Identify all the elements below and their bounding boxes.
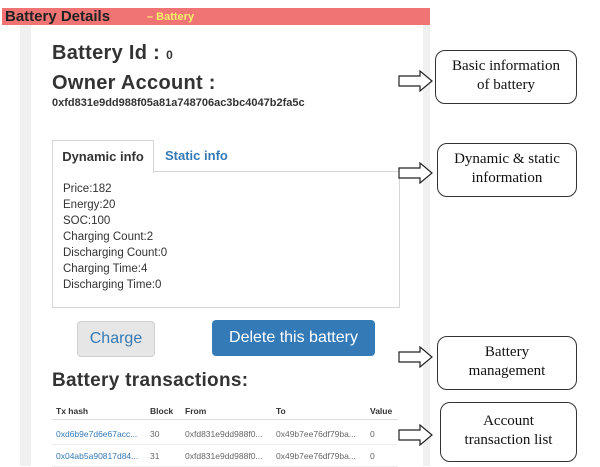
- callout-battery-management: Battery management: [437, 336, 577, 390]
- col-value: Value: [370, 406, 393, 416]
- tab-dynamic-info[interactable]: Dynamic info: [52, 140, 154, 173]
- tab-panel-dynamic: Price:182 Energy:20 SOC:100 Charging Cou…: [52, 171, 400, 308]
- col-to: To: [276, 406, 286, 416]
- battery-id-value: 0: [166, 48, 174, 62]
- tx-block: 30: [150, 429, 160, 439]
- tx-value: 0: [370, 451, 375, 461]
- info-price: Price:182: [63, 183, 112, 195]
- tx-value: 0: [370, 429, 375, 439]
- col-tx-hash: Tx hash: [56, 406, 89, 416]
- transactions-title: Battery transactions:: [52, 370, 249, 391]
- battery-id-label: Battery Id :: [52, 42, 161, 64]
- table-row: 0xd6b9e7d6e67acc... 30 0xfd831e9dd988f0.…: [52, 424, 398, 445]
- tx-hash-link[interactable]: 0xd6b9e7d6e67acc...: [56, 424, 137, 444]
- charge-button[interactable]: Charge: [77, 321, 155, 357]
- battery-id-heading: Battery Id : 0: [52, 42, 173, 65]
- delete-battery-button[interactable]: Delete this battery: [212, 320, 375, 356]
- info-tabs: Dynamic info Static info Price:182 Energ…: [52, 140, 400, 308]
- page-title: Battery Details: [5, 8, 111, 25]
- info-soc: SOC:100: [63, 215, 111, 227]
- tx-from: 0xfd831e9dd988f0...: [185, 429, 263, 439]
- arrow-management-icon: [398, 346, 433, 368]
- info-discharging-count: Discharging Count:0: [63, 247, 168, 259]
- tx-to: 0x49b7ee76df79ba...: [276, 451, 356, 461]
- tab-static-info[interactable]: Static info: [165, 140, 228, 172]
- tx-from: 0xfd831e9dd988f0...: [185, 451, 263, 461]
- page-subtitle: – Battery: [147, 11, 195, 23]
- owner-address: 0xfd831e9dd988f05a81a748706ac3bc4047b2fa…: [52, 97, 305, 109]
- info-charging-count: Charging Count:2: [63, 231, 154, 243]
- info-charging-time: Charging Time:4: [63, 263, 148, 275]
- tx-to: 0x49b7ee76df79ba...: [276, 429, 356, 439]
- col-from: From: [185, 406, 207, 416]
- info-energy: Energy:20: [63, 199, 116, 211]
- arrow-basic-icon: [398, 70, 433, 92]
- callout-transaction-list: Account transaction list: [440, 402, 577, 462]
- tx-block: 31: [150, 451, 160, 461]
- tx-hash-link[interactable]: 0x04ab5a90817d84...: [56, 446, 138, 466]
- transactions-table-header: Tx hash Block From To Value: [52, 405, 398, 420]
- table-row: 0x04ab5a90817d84... 31 0xfd831e9dd988f0.…: [52, 446, 398, 467]
- callout-dynamic-static: Dynamic & static information: [437, 143, 577, 197]
- owner-account-heading: Owner Account :: [52, 72, 216, 94]
- info-discharging-time: Discharging Time:0: [63, 279, 162, 291]
- arrow-dynamic-static-icon: [398, 162, 433, 184]
- col-block: Block: [150, 406, 174, 416]
- callout-basic-info: Basic information of battery: [435, 50, 577, 104]
- arrow-tx-list-icon: [398, 424, 433, 446]
- window-titlebar: Battery Details – Battery: [2, 8, 430, 25]
